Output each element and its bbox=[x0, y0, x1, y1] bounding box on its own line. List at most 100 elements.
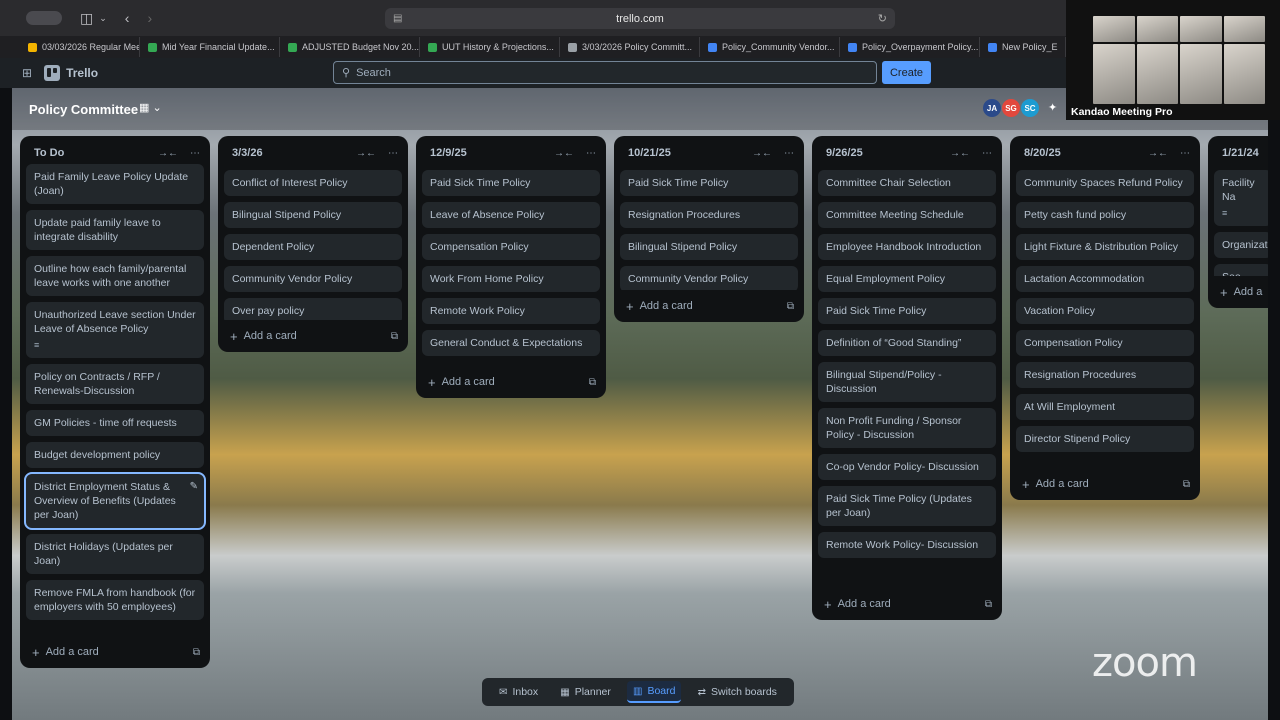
card-template-icon[interactable]: ⧉ bbox=[985, 599, 992, 610]
list-title[interactable]: 10/21/25 bbox=[628, 147, 740, 159]
card[interactable]: Equal Employment Policy bbox=[818, 266, 996, 292]
browser-tab[interactable]: 03/03/2026 Regular Meeti... bbox=[0, 37, 140, 57]
card[interactable]: Employee Handbook Introduction bbox=[818, 234, 996, 260]
card[interactable]: Definition of “Good Standing” bbox=[818, 330, 996, 356]
list-title[interactable]: 1/21/24 bbox=[1222, 147, 1268, 159]
card[interactable]: Unauthorized Leave section Under Leave o… bbox=[26, 302, 204, 358]
window-controls[interactable] bbox=[26, 11, 62, 25]
card[interactable]: District Employment Status & Overview of… bbox=[24, 472, 206, 530]
card[interactable]: Leave of Absence Policy bbox=[422, 202, 600, 228]
card[interactable]: Community Vendor Policy bbox=[224, 266, 402, 292]
browser-tab[interactable]: New Policy_E bbox=[980, 37, 1066, 57]
card[interactable]: Over pay policy bbox=[224, 298, 402, 320]
card-template-icon[interactable]: ⧉ bbox=[391, 331, 398, 342]
collapse-list-icon[interactable]: →← bbox=[356, 148, 376, 159]
back-icon[interactable]: ‹ bbox=[125, 10, 130, 26]
create-button[interactable]: Create bbox=[882, 61, 931, 84]
card[interactable]: Dependent Policy bbox=[224, 234, 402, 260]
card[interactable]: At Will Employment bbox=[1016, 394, 1194, 420]
switcher-planner[interactable]: ▦ Planner bbox=[554, 681, 617, 703]
switcher-switch-boards[interactable]: ⇄ Switch boards bbox=[692, 681, 783, 703]
list-title[interactable]: 8/20/25 bbox=[1024, 147, 1136, 159]
card[interactable]: Policy on Contracts / RFP / Renewals-Dis… bbox=[26, 364, 204, 404]
card[interactable]: Bilingual Stipend Policy bbox=[620, 234, 798, 260]
page-settings-icon[interactable]: ▤ bbox=[393, 13, 402, 24]
add-card-button[interactable]: + Add a card ⧉ bbox=[20, 636, 210, 668]
list-menu-icon[interactable]: ⋯ bbox=[190, 148, 200, 159]
card[interactable]: Remote Work Policy bbox=[422, 298, 600, 324]
add-card-button[interactable]: + Add a card ⧉ bbox=[614, 290, 804, 322]
browser-tab[interactable]: 3/03/2026 Policy Committ... bbox=[560, 37, 700, 57]
browser-tab[interactable]: UUT History & Projections... bbox=[420, 37, 560, 57]
card[interactable]: Bilingual Stipend Policy bbox=[224, 202, 402, 228]
card-template-icon[interactable]: ⧉ bbox=[589, 377, 596, 388]
card[interactable]: Paid Sick Time Policy bbox=[422, 170, 600, 196]
board-view-icon[interactable]: ▦ ⌄ bbox=[139, 101, 162, 114]
forward-icon[interactable]: › bbox=[147, 10, 152, 26]
search-box[interactable]: ⚲ bbox=[333, 61, 877, 84]
add-card-button[interactable]: + Add a bbox=[1208, 276, 1268, 308]
card[interactable]: Co-op Vendor Policy- Discussion bbox=[818, 454, 996, 480]
reload-icon[interactable]: ↻ bbox=[878, 12, 887, 25]
card[interactable]: Community Spaces Refund Policy bbox=[1016, 170, 1194, 196]
list-title[interactable]: 9/26/25 bbox=[826, 147, 938, 159]
edit-card-icon[interactable]: ✎ bbox=[190, 480, 198, 494]
add-card-button[interactable]: + Add a card ⧉ bbox=[1010, 468, 1200, 500]
add-card-button[interactable]: + Add a card ⧉ bbox=[416, 366, 606, 398]
member-avatar[interactable]: SG bbox=[1002, 99, 1020, 117]
card[interactable]: Paid Sick Time Policy bbox=[620, 170, 798, 196]
app-switcher-icon[interactable]: ⊞ bbox=[22, 66, 32, 80]
list-menu-icon[interactable]: ⋯ bbox=[982, 148, 992, 159]
card[interactable]: Committee Chair Selection bbox=[818, 170, 996, 196]
address-bar[interactable]: ▤ trello.com ↻ bbox=[385, 8, 895, 29]
board-title[interactable]: Policy Committee bbox=[29, 102, 138, 117]
card[interactable]: Bilingual Stipend/Policy - Discussion bbox=[818, 362, 996, 402]
card[interactable]: Paid Family Leave Policy Update (Joan) bbox=[26, 164, 204, 204]
card[interactable]: Non Profit Funding / Sponsor Policy - Di… bbox=[818, 408, 996, 448]
card-template-icon[interactable]: ⧉ bbox=[787, 301, 794, 312]
card[interactable]: Vacation Policy bbox=[1016, 298, 1194, 324]
member-avatar[interactable]: SC bbox=[1021, 99, 1039, 117]
sidebar-toggle-icon[interactable]: ◫ bbox=[80, 10, 93, 27]
list-menu-icon[interactable]: ⋯ bbox=[784, 148, 794, 159]
card[interactable]: Compensation Policy bbox=[1016, 330, 1194, 356]
card[interactable]: General Conduct & Expectations bbox=[422, 330, 600, 356]
card[interactable]: Director Stipend Policy bbox=[1016, 426, 1194, 452]
card[interactable]: District Holidays (Updates per Joan) bbox=[26, 534, 204, 574]
browser-tab[interactable]: ADJUSTED Budget Nov 20... bbox=[280, 37, 420, 57]
card-template-icon[interactable]: ⧉ bbox=[1183, 479, 1190, 490]
chevron-down-icon[interactable]: ⌄ bbox=[99, 13, 107, 24]
list-menu-icon[interactable]: ⋯ bbox=[1180, 148, 1190, 159]
card[interactable]: Resignation Procedures bbox=[1016, 362, 1194, 388]
card[interactable]: Compensation Policy bbox=[422, 234, 600, 260]
browser-tab[interactable]: Policy_Community Vendor... bbox=[700, 37, 840, 57]
collapse-list-icon[interactable]: →← bbox=[554, 148, 574, 159]
add-card-button[interactable]: + Add a card ⧉ bbox=[812, 588, 1002, 620]
card[interactable]: Committee Meeting Schedule bbox=[818, 202, 996, 228]
card[interactable]: Lactation Accommodation bbox=[1016, 266, 1194, 292]
browser-tab[interactable]: Policy_Overpayment Policy... bbox=[840, 37, 980, 57]
card[interactable]: Organizat bbox=[1214, 232, 1268, 258]
card[interactable]: Petty cash fund policy bbox=[1016, 202, 1194, 228]
collapse-list-icon[interactable]: →← bbox=[950, 148, 970, 159]
collapse-list-icon[interactable]: →← bbox=[158, 148, 178, 159]
card[interactable]: Paid Sick Time Policy bbox=[818, 298, 996, 324]
trello-logo[interactable]: Trello bbox=[44, 65, 98, 81]
list-menu-icon[interactable]: ⋯ bbox=[388, 148, 398, 159]
card[interactable]: Update paid family leave to integrate di… bbox=[26, 210, 204, 250]
card[interactable]: Outline how each family/parental leave w… bbox=[26, 256, 204, 296]
card[interactable]: Remove FMLA from handbook (for employers… bbox=[26, 580, 204, 620]
switcher-inbox[interactable]: ✉ Inbox bbox=[493, 681, 544, 703]
add-card-button[interactable]: + Add a card ⧉ bbox=[218, 320, 408, 352]
card[interactable]: Paid Sick Time Policy (Updates per Joan) bbox=[818, 486, 996, 526]
card[interactable]: Conflict of Interest Policy bbox=[224, 170, 402, 196]
list-title[interactable]: 3/3/26 bbox=[232, 147, 344, 159]
browser-tab[interactable]: Mid Year Financial Update... bbox=[140, 37, 280, 57]
collapse-list-icon[interactable]: →← bbox=[1148, 148, 1168, 159]
search-input[interactable] bbox=[356, 66, 837, 79]
card[interactable]: Budget development policy bbox=[26, 442, 204, 468]
pin-icon[interactable]: ✦ bbox=[1048, 101, 1057, 114]
card[interactable]: Facility Na ≡ bbox=[1214, 170, 1268, 226]
card[interactable]: Light Fixture & Distribution Policy bbox=[1016, 234, 1194, 260]
card-template-icon[interactable]: ⧉ bbox=[193, 647, 200, 658]
